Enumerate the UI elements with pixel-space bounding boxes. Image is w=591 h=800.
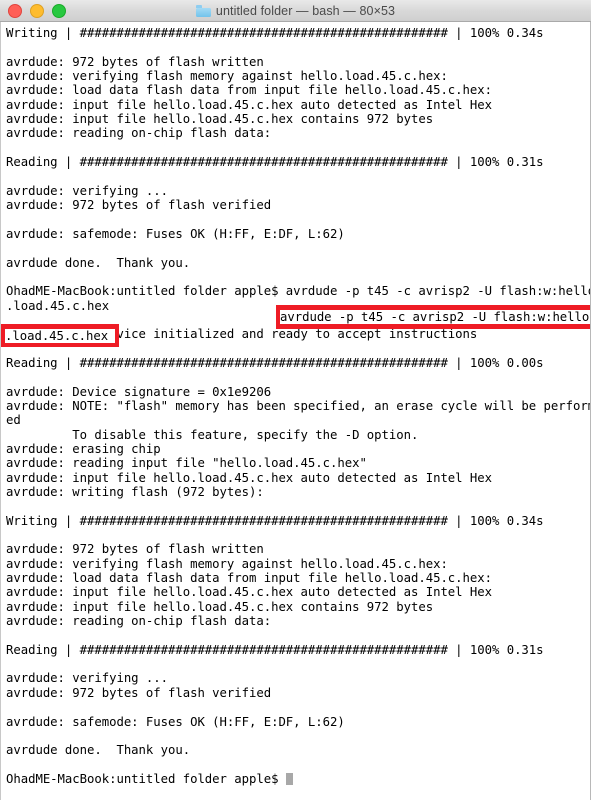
terminal-line: avrdude: input file hello.load.45.c.hex …: [6, 470, 492, 485]
terminal-line: avrdude: verifying ...: [6, 183, 168, 198]
terminal-line: avrdude: verifying flash memory against …: [6, 69, 448, 84]
terminal-line: avrdude: input file hello.load.45.c.hex …: [6, 599, 434, 614]
terminal-line: ed: [6, 413, 21, 428]
terminal-line: avrdude done. Thank you.: [6, 255, 191, 270]
terminal-line: avrdude: safemode: Fuses OK (H:FF, E:DF,…: [6, 226, 345, 241]
maximize-button[interactable]: [52, 4, 66, 18]
terminal-line: To disable this feature, specify the -D …: [6, 427, 419, 442]
terminal-line: avrdude: verifying flash memory against …: [6, 556, 448, 571]
terminal-line: avrdude done. Thank you.: [6, 743, 191, 758]
terminal-line: OhadME-MacBook:untitled folder apple$ av…: [6, 284, 591, 299]
window-titlebar[interactable]: untitled folder — bash — 80×53: [0, 0, 591, 22]
terminal-line: avrdude: load data flash data from input…: [6, 571, 492, 586]
terminal-line: avrdude: 972 bytes of flash verified: [6, 198, 272, 213]
command-highlight-part-2: .load.45.c.hex: [1, 324, 119, 347]
terminal-line: Reading | ##############################…: [6, 155, 544, 170]
terminal-line: avrdude: input file hello.load.45.c.hex …: [6, 97, 492, 112]
terminal-line: avrdude: NOTE: "flash" memory has been s…: [6, 398, 591, 413]
command-highlight-part-1-text: avrdude -p t45 -c avrisp2 -U flash:w:hel…: [280, 310, 590, 325]
terminal-line: Writing | ##############################…: [6, 26, 544, 40]
folder-icon: [195, 5, 211, 17]
terminal-line: avrdude: reading input file "hello.load.…: [6, 456, 367, 471]
terminal-window: untitled folder — bash — 80×53 Writing |…: [0, 0, 591, 800]
terminal-line: Reading | ##############################…: [6, 355, 544, 370]
terminal-line: avrdude: verifying ...: [6, 671, 168, 686]
terminal-output-area[interactable]: Writing | ##############################…: [0, 22, 591, 800]
command-highlight-part-1: avrdude -p t45 -c avrisp2 -U flash:w:hel…: [276, 305, 590, 329]
terminal-line: avrdude: 972 bytes of flash verified: [6, 685, 272, 700]
terminal-line: avrdude: reading on-chip flash data:: [6, 614, 272, 629]
terminal-line: avrdude: 972 bytes of flash written: [6, 54, 264, 69]
window-title: untitled folder — bash — 80×53: [215, 4, 396, 18]
terminal-line: avrdude: reading on-chip flash data:: [6, 126, 272, 141]
terminal-line: avrdude: safemode: Fuses OK (H:FF, E:DF,…: [6, 714, 345, 729]
command-highlight-part-2-text: .load.45.c.hex: [5, 329, 115, 344]
close-button[interactable]: [8, 4, 22, 18]
terminal-line: avrdude: 972 bytes of flash written: [6, 542, 264, 557]
terminal-line: avrdude: writing flash (972 bytes):: [6, 485, 264, 499]
terminal-line: Reading | ##############################…: [6, 642, 544, 657]
terminal-line: Writing | ##############################…: [6, 513, 544, 528]
terminal-line: avrdude: Device signature = 0x1e9206: [6, 384, 272, 399]
terminal-text-buffer: Writing | ##############################…: [1, 22, 590, 786]
terminal-line: avrdude: erasing chip: [6, 441, 161, 456]
terminal-cursor: [285, 772, 293, 785]
terminal-line: avrdude: input file hello.load.45.c.hex …: [6, 585, 492, 600]
window-controls: [8, 0, 66, 22]
window-title-group: untitled folder — bash — 80×53: [0, 0, 591, 22]
terminal-line: OhadME-MacBook:untitled folder apple$: [6, 772, 590, 786]
minimize-button[interactable]: [30, 4, 44, 18]
terminal-line: avrdude: load data flash data from input…: [6, 83, 492, 98]
terminal-line: avrdude: input file hello.load.45.c.hex …: [6, 112, 434, 127]
